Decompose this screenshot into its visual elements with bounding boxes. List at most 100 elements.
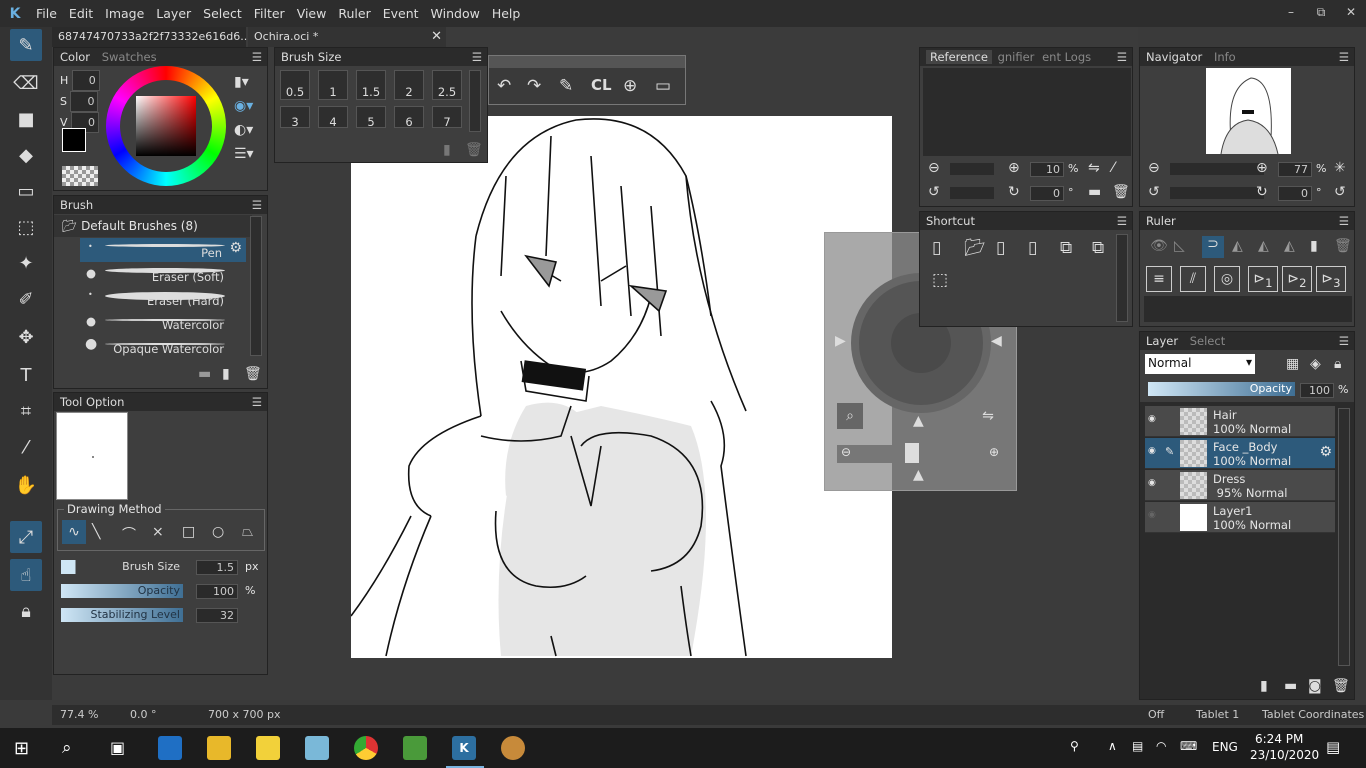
menu-window[interactable]: Window — [425, 6, 486, 21]
panel-menu-icon[interactable]: ☰ — [1339, 332, 1349, 350]
chrome-icon[interactable] — [354, 736, 378, 760]
mask-icon[interactable]: ◙ — [1308, 678, 1322, 694]
concentric-ruler-icon[interactable]: ◎ — [1214, 266, 1240, 292]
search-icon[interactable]: ⌕ — [62, 738, 72, 758]
size-cell[interactable]: 0.5 — [280, 70, 310, 100]
new-ruler-icon[interactable]: ▮ — [1310, 238, 1318, 254]
menu-filter[interactable]: Filter — [248, 6, 291, 21]
minimize-button[interactable]: – — [1276, 0, 1306, 24]
zoom-handle[interactable] — [905, 443, 919, 463]
layer-row-hair[interactable]: ◉ Hair 100% Normal — [1145, 406, 1335, 437]
brush-size-input[interactable]: 1.5 — [196, 560, 238, 575]
size-cell[interactable]: 1.5 — [356, 70, 386, 100]
close-icon[interactable]: ✕ — [431, 27, 442, 47]
language-indicator[interactable]: ENG — [1212, 740, 1238, 754]
brush-size-slider[interactable]: Brush Size — [61, 560, 183, 574]
panel-menu-icon[interactable]: ☰ — [252, 196, 262, 214]
eraser-tool-icon[interactable]: ⌫ — [10, 67, 42, 99]
file-explorer-icon[interactable] — [207, 736, 231, 760]
size-cell[interactable]: 2.5 — [432, 70, 462, 100]
notification-icon[interactable]: ▤ — [1326, 738, 1340, 756]
size-cell[interactable]: 7 — [432, 106, 462, 128]
magic-wand-icon[interactable]: ✦ — [10, 247, 42, 279]
zoom-in-icon[interactable]: ⊕ — [1008, 160, 1020, 176]
reference-rotate-slider[interactable] — [950, 187, 994, 199]
navigator-preview[interactable] — [1206, 68, 1291, 155]
panel-menu-icon[interactable]: ☰ — [472, 48, 482, 66]
pen-tool-icon[interactable]: ✎ — [10, 29, 42, 61]
palette-mode-icon[interactable]: ◐▾ — [234, 122, 253, 138]
folder-add-icon[interactable]: ▬ — [198, 366, 211, 382]
foreground-color-swatch[interactable] — [62, 128, 86, 152]
rectangle-tool-icon[interactable]: ■ — [10, 103, 42, 135]
rotate-left-icon[interactable]: ▶ — [835, 333, 846, 349]
clipping-icon[interactable]: ▦ — [1286, 356, 1299, 372]
mail-app-icon[interactable] — [158, 736, 182, 760]
reference-zoom-slider[interactable] — [950, 163, 994, 175]
rotate-right-icon[interactable]: ◀ — [991, 333, 1002, 349]
people-icon[interactable]: ⚲ — [1070, 739, 1079, 753]
firealpaca-icon[interactable]: K — [452, 736, 476, 760]
menu-ruler[interactable]: Ruler — [332, 6, 376, 21]
navigator-zoom-slider[interactable] — [1170, 163, 1264, 175]
freehand-icon[interactable]: ∿ — [62, 520, 86, 544]
eye-icon[interactable]: ◉ — [1148, 414, 1156, 424]
ruler-snap-icon[interactable]: ◭ — [1258, 238, 1269, 254]
save-icon[interactable]: ▯ — [996, 238, 1005, 258]
navigator-rotate-input[interactable]: 0 — [1278, 186, 1312, 201]
flip-icon[interactable]: ⇋ — [1088, 160, 1100, 176]
h-input[interactable]: 0 — [71, 70, 100, 91]
curve-icon[interactable]: ⌒ — [122, 524, 136, 544]
size-cell[interactable]: 6 — [394, 106, 424, 128]
rotate-ccw-icon[interactable]: ↺ — [1148, 184, 1160, 200]
ellipse-icon[interactable]: ○ — [212, 524, 224, 540]
tab-color[interactable]: Color — [60, 50, 90, 64]
panel-menu-icon[interactable]: ☰ — [252, 393, 262, 411]
vanishing-1-icon[interactable]: ⊳1 — [1248, 266, 1278, 292]
panel-menu-icon[interactable]: ☰ — [252, 48, 262, 66]
zoom-out-icon[interactable]: ⊖ — [1148, 160, 1160, 176]
menu-file[interactable]: File — [30, 6, 63, 21]
size-cell[interactable]: 2 — [394, 70, 424, 100]
opacity-slider[interactable]: Opacity — [61, 584, 183, 598]
magnet-icon[interactable]: ⊃ — [1202, 236, 1224, 258]
close-button[interactable]: ✕ — [1336, 0, 1366, 24]
new-brush-icon[interactable]: ▮ — [222, 366, 230, 382]
select-tool-icon[interactable]: ⬚ — [10, 211, 42, 243]
delete-ruler-icon[interactable]: 🗑︎ — [1334, 238, 1352, 254]
select-pen-icon[interactable]: ✐ — [10, 283, 42, 315]
down-arrow-icon[interactable]: ▲ — [913, 467, 924, 483]
panel-menu-icon[interactable]: ☰ — [1117, 48, 1127, 66]
stabilizing-input[interactable]: 32 — [196, 608, 238, 623]
zoom-out-icon[interactable]: ⊖ — [928, 160, 940, 176]
add-size-icon[interactable]: ▮ — [443, 142, 451, 158]
window-icon[interactable]: ▭ — [655, 76, 671, 96]
ruler-angle-icon[interactable]: ◺ — [1174, 238, 1185, 254]
tab-navigator[interactable]: Navigator — [1146, 50, 1202, 64]
navigator-rotate-slider[interactable] — [1170, 187, 1264, 199]
pen-pressure-icon[interactable]: ⤢ — [10, 521, 42, 553]
opacity-input[interactable]: 100 — [196, 584, 238, 599]
brush-item-watercolor[interactable]: ● Watercolor — [80, 310, 246, 334]
menu-layer[interactable]: Layer — [150, 6, 197, 21]
text-tool-icon[interactable]: T — [10, 359, 42, 391]
layer-effect-icon[interactable]: ◈ — [1310, 356, 1321, 372]
transparent-swatch[interactable] — [62, 166, 98, 186]
menu-view[interactable]: View — [291, 6, 333, 21]
zoom-fit-icon[interactable]: ⌕ — [837, 403, 863, 429]
zoom-slider[interactable]: ⊖ ⊕ — [837, 443, 1003, 463]
rotate-cw-icon[interactable]: ↻ — [1256, 184, 1268, 200]
open-folder-icon[interactable]: ▬ — [1088, 184, 1101, 200]
size-cell[interactable]: 4 — [318, 106, 348, 128]
eyedropper-tool-icon[interactable]: ⁄ — [10, 431, 42, 463]
eyedropper-icon[interactable]: ⁄ — [1112, 160, 1114, 176]
fit-icon[interactable]: ✳ — [1334, 160, 1346, 176]
zoom-in-icon[interactable]: ⊕ — [989, 445, 999, 459]
eye-icon[interactable]: 👁︎ — [1150, 238, 1168, 254]
eye-icon[interactable]: ◉ — [1148, 510, 1156, 520]
up-arrow-icon[interactable]: ▲ — [913, 413, 924, 429]
clock-time[interactable]: 6:24 PM — [1255, 732, 1303, 746]
tab-info[interactable]: Info — [1214, 50, 1236, 64]
gear-icon[interactable]: ⚙ — [229, 240, 242, 256]
paste-icon[interactable]: ⧉ — [1092, 238, 1104, 258]
